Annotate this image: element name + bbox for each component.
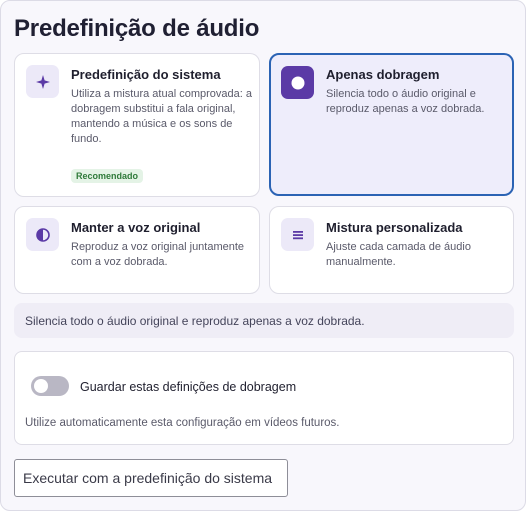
- option-description: Utiliza a mistura atual comprovada: a do…: [71, 88, 252, 145]
- save-settings-panel: Guardar estas definições de dobragem Uti…: [14, 351, 514, 445]
- toggle-knob: [34, 379, 48, 393]
- sparkle-icon: [26, 65, 59, 98]
- menu-lines-icon: [281, 218, 314, 251]
- save-settings-hint: Utilize automaticamente esta configuraçã…: [25, 417, 340, 429]
- option-card-dubbing-only[interactable]: Apenas dobragem Silencia todo o áudio or…: [269, 53, 514, 196]
- option-title: Manter a voz original: [71, 220, 201, 235]
- panel-title: Predefinição de áudio: [14, 15, 260, 42]
- option-card-custom-mix[interactable]: Mistura personalizada Ajuste cada camada…: [269, 206, 514, 294]
- option-title: Apenas dobragem: [326, 67, 440, 82]
- selected-description-text: Silencia todo o áudio original e reprodu…: [25, 314, 365, 328]
- save-settings-toggle[interactable]: [31, 376, 69, 396]
- circle-icon: [281, 66, 314, 99]
- option-title: Predefinição do sistema: [71, 67, 221, 82]
- option-card-system-preset[interactable]: Predefinição do sistema Utiliza a mistur…: [14, 53, 260, 197]
- audio-preset-panel: Predefinição de áudio Predefinição do si…: [0, 0, 526, 511]
- run-with-system-preset-button[interactable]: Executar com a predefinição do sistema: [14, 459, 288, 497]
- half-circle-icon: [26, 218, 59, 251]
- option-card-keep-original-voice[interactable]: Manter a voz original Reproduz a voz ori…: [14, 206, 260, 294]
- selected-option-description: Silencia todo o áudio original e reprodu…: [14, 303, 514, 338]
- option-title: Mistura personalizada: [326, 220, 463, 235]
- option-description: Reproduz a voz original juntamente com a…: [71, 241, 245, 268]
- recommended-badge: Recomendado: [71, 169, 144, 183]
- option-description: Silencia todo o áudio original e reprodu…: [326, 88, 485, 115]
- save-settings-label: Guardar estas definições de dobragem: [80, 380, 297, 394]
- option-description: Ajuste cada camada de áudio manualmente.: [326, 241, 471, 268]
